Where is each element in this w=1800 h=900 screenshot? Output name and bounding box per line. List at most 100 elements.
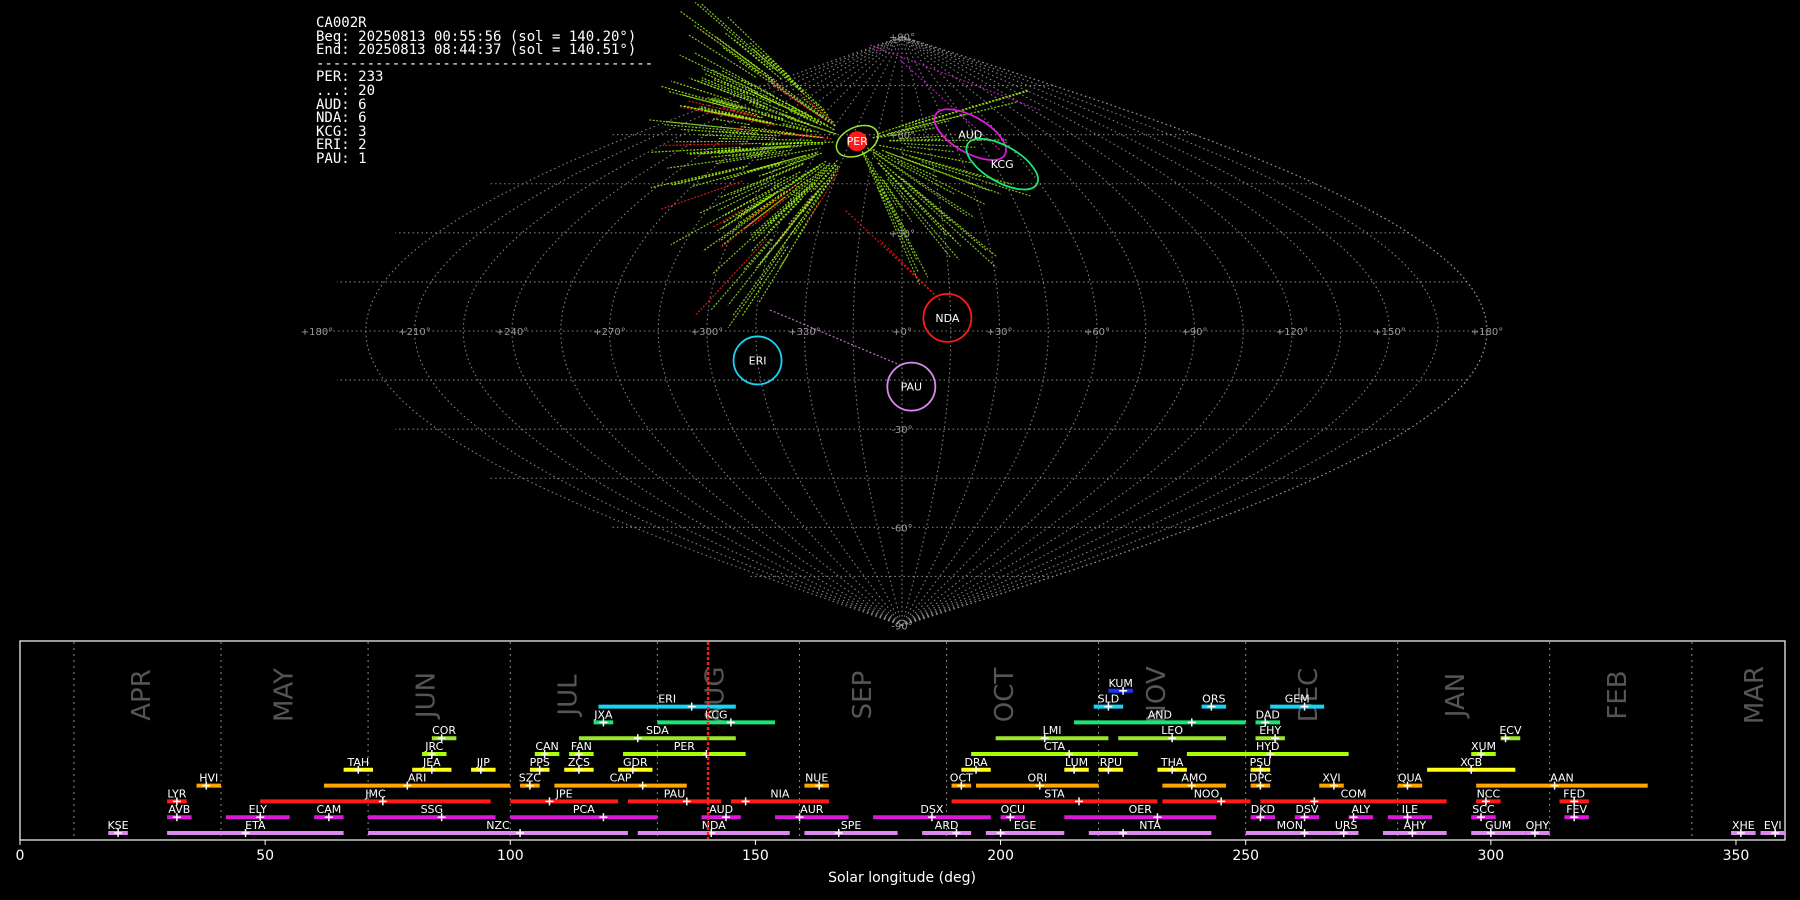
shower-qua: QUA <box>1397 772 1423 790</box>
shower-xhe: XHE <box>1731 819 1756 837</box>
shower-jpe: JPE <box>510 787 619 806</box>
shower-label: XUM <box>1471 740 1496 753</box>
month-label: JUL <box>554 674 584 718</box>
shower-label: STA <box>1044 787 1065 800</box>
shower-label: JPE <box>555 787 573 800</box>
shower-label: AHY <box>1404 819 1427 832</box>
longitude-tick-label: +300° <box>691 327 723 338</box>
x-tick-label: 200 <box>987 848 1014 864</box>
meteor-trail <box>725 32 782 80</box>
shower-label: NIA <box>770 787 789 800</box>
shower-label: SPE <box>841 819 862 832</box>
shower-dpc: DPC <box>1249 772 1272 790</box>
shower-label: CAP <box>610 772 632 785</box>
shower-label: KUM <box>1108 677 1132 690</box>
shower-nzc: NZC <box>368 819 628 837</box>
shower-dsx: DSX <box>873 803 991 822</box>
shower-label: COR <box>432 724 456 737</box>
shower-label: FED <box>1563 787 1585 800</box>
shower-nda: NDA <box>637 819 790 837</box>
shower-leo: LEO <box>1118 724 1227 743</box>
meteor-trail <box>766 152 817 170</box>
meteor-trail <box>712 118 750 126</box>
shower-label: SLD <box>1098 693 1120 706</box>
month-label: OCT <box>990 668 1020 723</box>
month-label: MAY <box>269 668 299 722</box>
meteor-trail <box>721 70 753 87</box>
x-tick-label: 0 <box>16 848 25 864</box>
shower-szc: SZC <box>519 772 542 790</box>
shower-label: ARI <box>408 772 426 785</box>
shower-label: XVI <box>1322 772 1340 785</box>
shower-label: OER <box>1129 803 1153 816</box>
shower-label: OCU <box>1001 803 1025 816</box>
latitude-tick-label: +30° <box>889 229 915 240</box>
meteor-trail <box>877 162 949 237</box>
meteor-trail <box>799 93 835 123</box>
x-tick-label: 350 <box>1723 848 1750 864</box>
latitude-tick-label: -90° <box>891 622 912 633</box>
radiant-label: ERI <box>749 354 767 367</box>
x-axis: 0 50 100 150 200 250 300 350 <box>16 840 1750 864</box>
meteor-trail <box>748 155 805 172</box>
shower-label: RPU <box>1100 756 1122 769</box>
meteor-trail <box>730 163 804 196</box>
shower-label: NTA <box>1139 819 1161 832</box>
shower-aur: AUR <box>775 803 849 822</box>
shower-label: FEV <box>1566 803 1587 816</box>
longitude-tick-label: +0° <box>892 327 912 338</box>
shower-label: SZC <box>519 772 542 785</box>
shower-label: DAD <box>1256 708 1280 721</box>
shower-kcg: KCG <box>657 708 776 727</box>
shower-ssg: SSG <box>368 803 496 822</box>
shower-label: ERI <box>658 693 676 706</box>
shower-label: ZCS <box>568 756 590 769</box>
shower-label: AUD <box>709 803 733 816</box>
shower-label: JRC <box>424 740 443 753</box>
x-tick-label: 300 <box>1477 848 1504 864</box>
shower-label: FAN <box>571 740 592 753</box>
shower-label: QUA <box>1398 772 1423 785</box>
shower-label: ORI <box>1028 772 1048 785</box>
shower-label: OCT <box>950 772 973 785</box>
meteor-trail <box>694 1 774 70</box>
shower-aan: AAN <box>1476 772 1648 790</box>
radiant-label: NDA <box>935 312 960 325</box>
radiant-pau: PAU <box>886 361 937 412</box>
shower-label: KSE <box>107 819 128 832</box>
latitude-tick-label: -60° <box>891 523 912 534</box>
shower-label: DRA <box>964 756 988 769</box>
shower-label: NOO <box>1194 787 1220 800</box>
meteor-trail <box>695 238 767 316</box>
meteor-trail <box>883 179 913 223</box>
meteor-trail <box>672 170 731 186</box>
x-tick-label: 150 <box>742 848 769 864</box>
shower-label: NZC <box>486 819 510 832</box>
shower-label: PPS <box>530 756 550 769</box>
shower-label: GDR <box>623 756 648 769</box>
shower-label: LYR <box>167 787 186 800</box>
longitude-tick-label: +270° <box>593 327 625 338</box>
radiant-nda: NDA <box>922 293 973 343</box>
shower-tah: TAH <box>343 756 373 774</box>
shower-nta: NTA <box>1088 819 1212 837</box>
shower-label: JMC <box>364 787 386 800</box>
shower-label: DKD <box>1251 803 1275 816</box>
meteor-trail <box>687 33 757 78</box>
meteor-trail <box>700 3 778 71</box>
meteor-trail <box>861 150 918 261</box>
latitude-tick-label: -30° <box>891 425 912 436</box>
sky-grid-labels: +180° +150° +120° +90° +60° +30° +0° +330° +300°… <box>301 33 1503 633</box>
shower-label: AUR <box>800 803 824 816</box>
shower-ege: EGE <box>985 819 1065 837</box>
meteor-trail <box>861 152 885 201</box>
shower-pca: PCA <box>510 803 658 822</box>
shower-label: ELY <box>249 803 268 816</box>
shower-label: LUM <box>1065 756 1088 769</box>
month-label: SEP <box>848 671 878 720</box>
shower-ecv: ECV <box>1499 724 1522 743</box>
shower-label: CTA <box>1044 740 1066 753</box>
month-label: JUN <box>411 672 441 720</box>
shower-dkd: DKD <box>1250 803 1276 822</box>
shower-label: ECV <box>1499 724 1522 737</box>
